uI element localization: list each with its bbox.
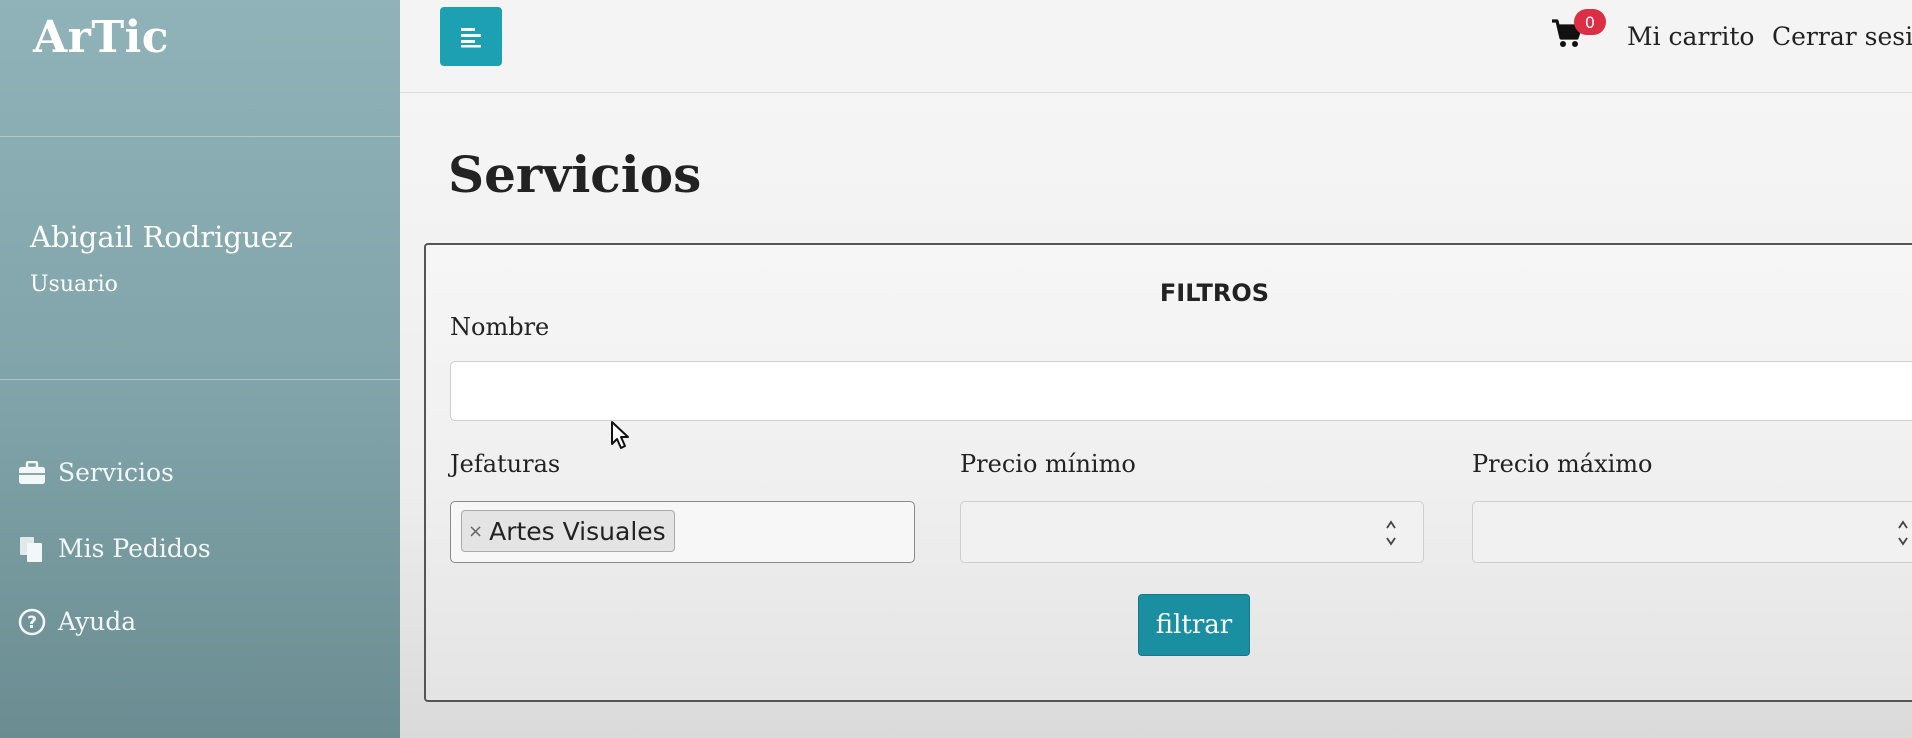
sidebar-divider [0, 136, 400, 137]
top-navbar: 0 Mi carrito Cerrar sesió [400, 0, 1912, 93]
documents-icon [20, 536, 42, 562]
menu-toggle-button[interactable] [440, 7, 502, 66]
sidebar-item-label: Mis Pedidos [58, 534, 211, 563]
department-tag-label: Artes Visuales [489, 516, 666, 546]
department-label: Jefaturas [450, 450, 561, 478]
max-price-label: Precio máximo [1472, 450, 1653, 478]
sidebar-item-label: Servicios [58, 458, 174, 487]
max-price-input[interactable] [1472, 501, 1912, 563]
name-label: Nombre [450, 313, 550, 341]
sidebar-item-mis-pedidos[interactable]: Mis Pedidos [18, 534, 211, 563]
spinner-icon[interactable] [1385, 516, 1397, 550]
question-circle-icon: ? [18, 608, 46, 635]
brand-logo[interactable]: ArTic [33, 12, 169, 63]
sidebar-item-servicios[interactable]: Servicios [18, 458, 174, 487]
filters-card: FILTROS Nombre Jefaturas × Artes Visuale… [424, 243, 1912, 702]
cart-count-badge: 0 [1574, 9, 1606, 35]
menu-lines-icon [461, 27, 481, 47]
cart-link[interactable]: Mi carrito [1627, 22, 1754, 51]
user-name: Abigail Rodriguez [30, 220, 294, 254]
user-role: Usuario [30, 272, 118, 297]
department-select[interactable]: × Artes Visuales [450, 501, 915, 563]
name-input[interactable] [450, 361, 1912, 421]
sidebar-item-ayuda[interactable]: ? Ayuda [18, 607, 136, 636]
svg-text:?: ? [27, 613, 37, 633]
filters-heading: FILTROS [1159, 279, 1270, 307]
logout-link[interactable]: Cerrar sesió [1772, 22, 1912, 51]
sidebar-divider [0, 379, 400, 380]
min-price-input[interactable] [960, 501, 1424, 563]
min-price-label: Precio mínimo [960, 450, 1136, 478]
sidebar-item-label: Ayuda [58, 607, 137, 636]
page-title: Servicios [448, 145, 702, 204]
filter-button[interactable]: filtrar [1138, 594, 1250, 656]
briefcase-icon [19, 460, 45, 484]
department-tag: × Artes Visuales [461, 510, 675, 552]
sidebar: ArTic Abigail Rodriguez Usuario Servicio… [0, 0, 400, 738]
spinner-icon[interactable] [1897, 516, 1909, 550]
mouse-cursor-icon [611, 421, 629, 449]
remove-tag-icon[interactable]: × [468, 521, 483, 542]
main-content: Servicios FILTROS Nombre Jefaturas × Art… [400, 93, 1912, 738]
